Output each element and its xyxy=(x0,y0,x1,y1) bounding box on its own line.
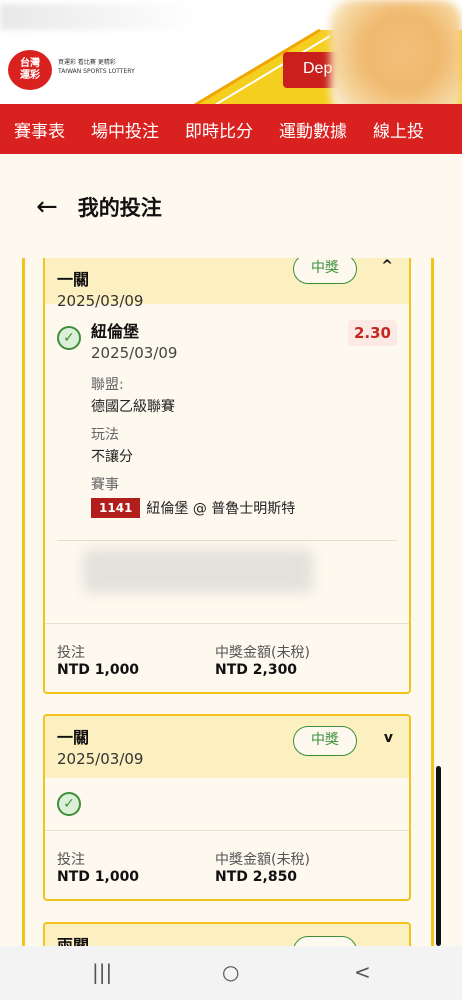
recent-apps-icon[interactable]: ||| xyxy=(92,960,112,984)
winnings-label: 中獎金額(未稅) xyxy=(215,852,310,868)
page-title: 我的投注 xyxy=(77,196,162,220)
blurred-content xyxy=(57,549,397,619)
app-header: 台灣 運彩 買運彩 看比賽 更精彩 TAIWAN SPORTS LOTTERY … xyxy=(0,0,462,104)
bet-totals: 投注 NTD 1,000 中獎金額(未稅) NTD 2,300 xyxy=(45,623,409,692)
league-label: 聯盟: xyxy=(91,377,124,393)
bet-totals: 投注 NTD 1,000 中獎金額(未稅) NTD 2,850 xyxy=(45,830,409,899)
selection-row: ✓ xyxy=(45,778,409,830)
winnings-value: NTD 2,850 xyxy=(215,869,298,885)
winnings-label: 中獎金額(未稅) xyxy=(215,645,310,661)
nav-item-live-scores[interactable]: 即時比分 xyxy=(185,117,253,142)
market-label: 玩法 xyxy=(91,427,119,443)
nav-item-sports-data[interactable]: 運動數據 xyxy=(279,117,347,142)
back-icon[interactable]: < xyxy=(354,960,371,984)
league-value: 德國乙級聯賽 xyxy=(91,399,175,415)
bet-card: 兩關 xyxy=(43,922,411,946)
bet-card-header[interactable]: 一關 2025/03/09 中獎 ^ xyxy=(45,258,409,310)
taiwan-sports-lottery-logo[interactable]: 台灣 運彩 xyxy=(8,50,52,90)
check-circle-icon: ✓ xyxy=(57,792,81,816)
bet-card: 一關 2025/03/09 中獎 v ✓ 投注 NTD 1,000 中獎金額(未… xyxy=(43,714,411,901)
event-line: 1141 紐倫堡 @ 普魯士明斯特 xyxy=(91,498,397,518)
status-badge: 中獎 xyxy=(293,258,357,284)
logo-tagline: 買運彩 看比賽 更精彩 TAIWAN SPORTS LOTTERY xyxy=(58,59,135,75)
stake-value: NTD 1,000 xyxy=(57,662,140,678)
status-badge: 中獎 xyxy=(293,726,357,756)
status-badge xyxy=(293,936,357,946)
back-arrow-icon[interactable]: ← xyxy=(36,192,58,222)
chevron-up-icon[interactable]: ^ xyxy=(381,258,393,274)
main-nav: 賽事表 場中投注 即時比分 運動數據 線上投 xyxy=(0,104,462,154)
page-header: ← 我的投注 xyxy=(36,192,162,222)
event-id-badge: 1141 xyxy=(91,498,141,518)
odds-badge: 2.30 xyxy=(347,320,397,346)
home-icon[interactable]: ○ xyxy=(222,960,239,984)
chevron-down-icon[interactable]: v xyxy=(384,730,393,746)
system-nav-bar: ||| ○ < xyxy=(0,946,462,1000)
winnings-value: NTD 2,300 xyxy=(215,662,298,678)
status-bar-blurred xyxy=(0,4,200,30)
stake-label: 投注 xyxy=(57,852,85,868)
bets-list[interactable]: 一關 2025/03/09 中獎 ^ ✓ 2.30 紐倫堡 2025/03/09… xyxy=(0,258,462,946)
check-circle-icon: ✓ xyxy=(57,326,81,350)
nav-item-live-betting[interactable]: 場中投注 xyxy=(91,117,159,142)
bet-card-header[interactable]: 一關 2025/03/09 中獎 v xyxy=(45,716,409,778)
user-profile-blurred[interactable] xyxy=(330,0,462,104)
bet-card: 一關 2025/03/09 中獎 ^ ✓ 2.30 紐倫堡 2025/03/09… xyxy=(43,258,411,694)
bet-card-header[interactable]: 兩關 xyxy=(45,924,409,946)
event-name: 紐倫堡 @ 普魯士明斯特 xyxy=(146,501,296,517)
event-label: 賽事 xyxy=(91,477,119,493)
nav-item-schedule[interactable]: 賽事表 xyxy=(14,117,65,142)
selection-row: ✓ 2.30 紐倫堡 2025/03/09 聯盟: 德國乙級聯賽 玩法 不讓分 … xyxy=(45,304,409,518)
selection-date: 2025/03/09 xyxy=(91,344,178,362)
nav-item-online[interactable]: 線上投 xyxy=(373,117,424,142)
stake-label: 投注 xyxy=(57,645,85,661)
scrollbar[interactable] xyxy=(436,766,441,946)
market-value: 不讓分 xyxy=(91,449,133,465)
divider xyxy=(57,540,397,541)
stake-value: NTD 1,000 xyxy=(57,869,140,885)
